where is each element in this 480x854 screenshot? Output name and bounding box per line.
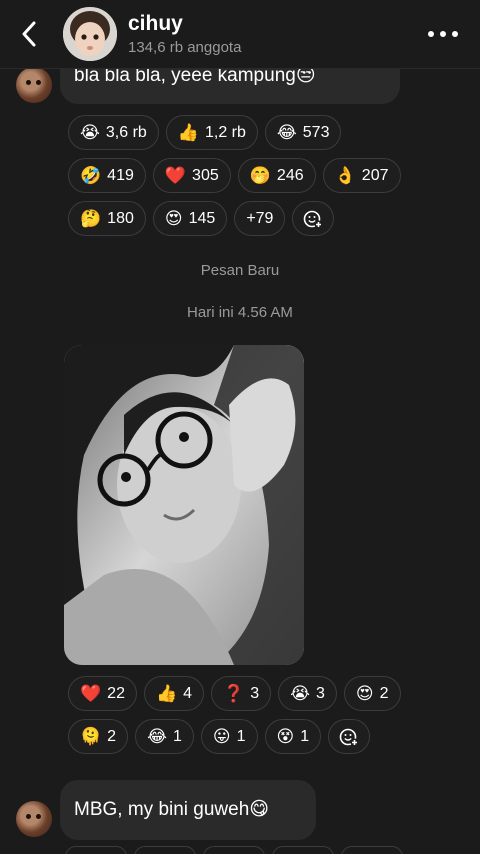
reaction-row: ❤️ 22 👍 4 ❓ 3 😭 3 😍 2 <box>68 676 401 711</box>
new-messages-divider: Pesan Baru <box>200 262 280 279</box>
add-reaction-icon <box>339 728 359 746</box>
reaction-emoji-icon: 😭 <box>80 123 100 142</box>
reaction-chip[interactable]: 🤭 246 <box>237 158 316 193</box>
reaction-emoji-icon: 😍 <box>164 209 183 228</box>
photo-message[interactable] <box>64 345 304 665</box>
member-count: 134,6 rb anggota <box>128 39 242 56</box>
chevron-left-icon <box>22 21 36 47</box>
reaction-count: 180 <box>107 209 134 227</box>
reaction-emoji-icon: 😍 <box>355 684 374 703</box>
more-options-button[interactable] <box>428 22 458 46</box>
reaction-chip[interactable]: 😭 3,6 rb <box>68 115 159 150</box>
reaction-emoji-icon: ❤️ <box>164 166 187 185</box>
reaction-chip[interactable]: 👍 4 <box>143 676 205 711</box>
reaction-emoji-icon: ❤️ <box>80 684 102 703</box>
reaction-count: 22 <box>107 684 125 702</box>
reaction-count: 1 <box>300 727 310 745</box>
reaction-count: 4 <box>183 684 193 702</box>
reaction-count: 3,6 rb <box>105 123 147 141</box>
reaction-chip[interactable]: 😵 1 <box>264 719 322 754</box>
reaction-count: 145 <box>188 209 216 227</box>
chat-header: cihuy 134,6 rb anggota <box>0 0 480 69</box>
reaction-emoji-icon: 😭 <box>290 684 310 703</box>
group-avatar[interactable] <box>63 7 117 61</box>
reaction-emoji-icon: 😂 <box>147 727 167 746</box>
reaction-count: 207 <box>361 166 389 184</box>
reaction-chip[interactable]: ❓ 3 <box>211 676 272 711</box>
reaction-emoji-icon: 🫠 <box>80 727 102 746</box>
reaction-count: +79 <box>246 209 274 227</box>
reaction-chip[interactable]: 😭 3 <box>278 676 337 711</box>
reaction-count: 419 <box>107 166 134 184</box>
back-button[interactable] <box>14 16 44 52</box>
group-name[interactable]: cihuy <box>128 12 183 36</box>
reaction-emoji-icon: 👍 <box>155 684 178 703</box>
reaction-count: 3 <box>250 684 260 702</box>
reaction-chip[interactable]: 🤔 180 <box>68 201 146 236</box>
reaction-bar: 😭 3,6 rb 👍 1,2 rb 😂 573 🤣 419 ❤️ 305 🤭 246 👌 207 🤔 180 😍… <box>68 115 401 244</box>
reaction-row: 🫠 2 😂 1 😛 1 😵 1 <box>68 719 401 754</box>
reaction-chip[interactable]: 😍 2 <box>343 676 401 711</box>
message-bubble[interactable]: MBG, my bini guweh😋 <box>60 780 316 840</box>
reaction-emoji-icon: 😵 <box>276 727 295 746</box>
add-reaction-icon <box>304 210 323 228</box>
reaction-row: 🤣 419 ❤️ 305 🤭 246 👌 207 <box>68 158 401 193</box>
reaction-count: 246 <box>276 166 304 184</box>
message-text: MBG, my bini guweh😋 <box>74 799 270 820</box>
reaction-count: 1 <box>236 727 246 745</box>
dot <box>440 31 446 37</box>
reaction-chip[interactable]: 🫠 2 <box>68 719 129 754</box>
reaction-count: 573 <box>302 123 330 141</box>
reaction-bar: ❤️ 22 👍 4 ❓ 3 😭 3 😍 2 🫠 2 😂 1 😛 1 😵 1 <box>68 676 401 762</box>
reaction-emoji-icon: ❓ <box>223 684 245 703</box>
reaction-emoji-icon: 🤔 <box>80 209 102 228</box>
chat-screen: cihuy 134,6 rb anggota bla bla bla, yeee… <box>0 0 480 854</box>
sender-avatar[interactable] <box>16 801 52 837</box>
reaction-emoji-icon: 😛 <box>212 727 231 746</box>
reaction-chip[interactable]: 👌 207 <box>322 158 401 193</box>
reaction-emoji-icon: 🤣 <box>80 166 102 185</box>
reaction-count: 3 <box>316 684 325 702</box>
reaction-chip[interactable]: 😛 1 <box>200 719 258 754</box>
partial-reaction-row <box>65 846 475 854</box>
reaction-chip[interactable]: ❤️ 22 <box>68 676 137 711</box>
message-timestamp: Hari ini 4.56 AM <box>187 304 293 321</box>
reaction-count: 1,2 rb <box>204 123 246 141</box>
add-reaction-button[interactable] <box>292 201 335 236</box>
more-reactions-chip[interactable]: +79 <box>234 201 286 236</box>
reaction-count: 305 <box>192 166 219 184</box>
reaction-emoji-icon: 👌 <box>334 166 356 185</box>
baby-face-icon <box>63 7 117 61</box>
reaction-chip[interactable]: 👍 1,2 rb <box>165 115 258 150</box>
reaction-row: 🤔 180 😍 145 +79 <box>68 201 401 236</box>
photo-image <box>64 345 304 665</box>
reaction-chip[interactable]: 😂 1 <box>135 719 194 754</box>
reaction-emoji-icon: 😂 <box>276 123 297 142</box>
reaction-emoji-icon: 👍 <box>177 123 199 142</box>
dot <box>452 31 458 37</box>
add-reaction-button[interactable] <box>328 719 371 754</box>
reaction-chip[interactable]: 😍 145 <box>152 201 228 236</box>
reaction-count: 1 <box>172 727 182 745</box>
reaction-chip[interactable]: 🤣 419 <box>68 158 146 193</box>
sender-avatar[interactable] <box>16 67 52 103</box>
reaction-count: 2 <box>107 727 117 745</box>
reaction-emoji-icon: 🤭 <box>249 166 271 185</box>
reaction-chip[interactable]: ❤️ 305 <box>152 158 231 193</box>
reaction-count: 2 <box>379 684 389 702</box>
dot <box>428 31 434 37</box>
reaction-chip[interactable]: 😂 573 <box>264 115 342 150</box>
reaction-row: 😭 3,6 rb 👍 1,2 rb 😂 573 <box>68 115 401 150</box>
